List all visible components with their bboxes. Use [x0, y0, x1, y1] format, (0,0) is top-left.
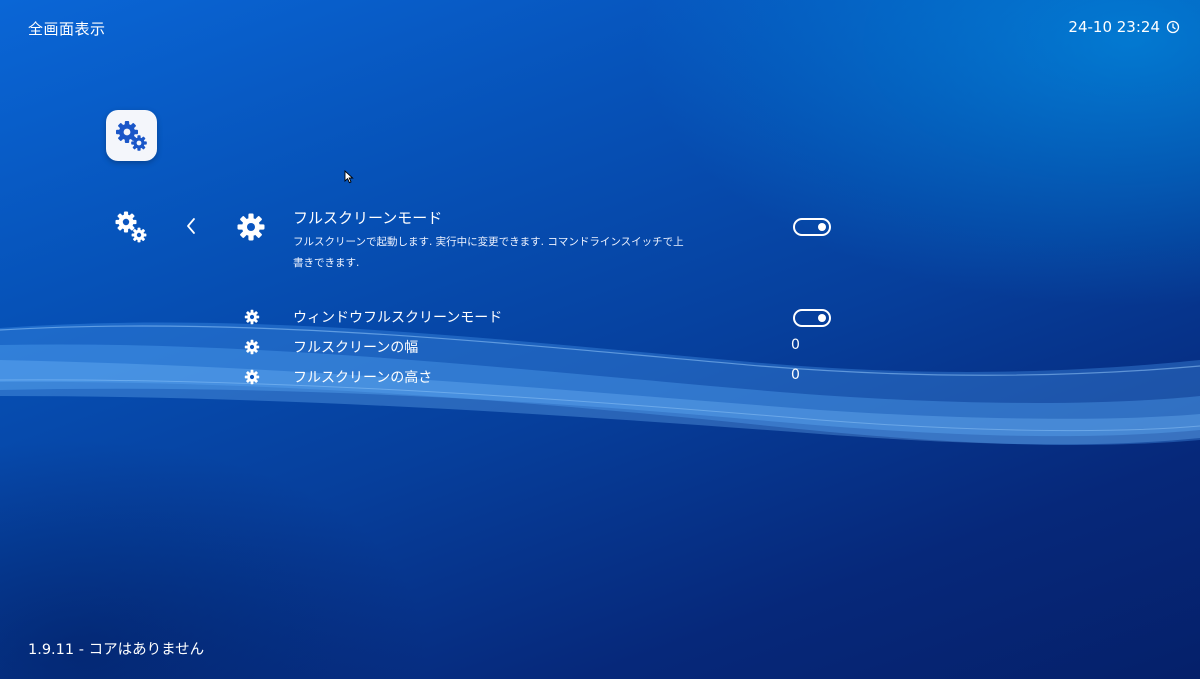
setting-label: ウィンドウフルスクリーンモード [293, 310, 503, 326]
chevron-left-icon [187, 218, 195, 234]
gear-icon [244, 309, 260, 325]
footer-status: 1.9.11 - コアはありません [28, 642, 205, 658]
setting-fullscreen-height[interactable]: フルスクリーンの高さ 0 [236, 365, 836, 389]
clock-icon [1166, 20, 1180, 34]
setting-description: フルスクリーンで起動します. 実行中に変更できます. コマンドラインスイッチで上… [293, 236, 684, 269]
setting-value: 0 [791, 337, 800, 353]
setting-label: フルスクリーンモード [293, 209, 443, 227]
setting-value: 0 [791, 367, 800, 383]
settings-gears-icon [115, 120, 147, 151]
clock: 24-10 23:24 [1068, 18, 1180, 36]
mouse-cursor [344, 169, 354, 188]
back-button[interactable] [184, 214, 198, 242]
setting-fullscreen-width[interactable]: フルスクリーンの幅 0 [236, 335, 836, 359]
gear-icon [244, 369, 260, 385]
setting-fullscreen-mode[interactable]: フルスクリーンモード フルスクリーンで起動します. 実行中に変更できます. コマ… [236, 205, 836, 275]
fullscreen-mode-toggle[interactable] [793, 218, 831, 236]
settings-app-tile [106, 110, 157, 161]
setting-windowed-fullscreen[interactable]: ウィンドウフルスクリーンモード [236, 305, 836, 329]
windowed-fullscreen-toggle[interactable] [793, 309, 831, 327]
toggle-knob [818, 314, 826, 322]
sidebar-settings-icon[interactable] [113, 208, 149, 250]
setting-label: フルスクリーンの幅 [293, 340, 419, 356]
page-title: 全画面表示 [28, 20, 106, 38]
clock-time: 24-10 23:24 [1068, 18, 1160, 36]
setting-label: フルスクリーンの高さ [293, 370, 433, 386]
settings-gears-icon [115, 211, 147, 243]
gear-icon [244, 339, 260, 355]
toggle-knob [818, 223, 826, 231]
gear-icon [237, 213, 265, 241]
